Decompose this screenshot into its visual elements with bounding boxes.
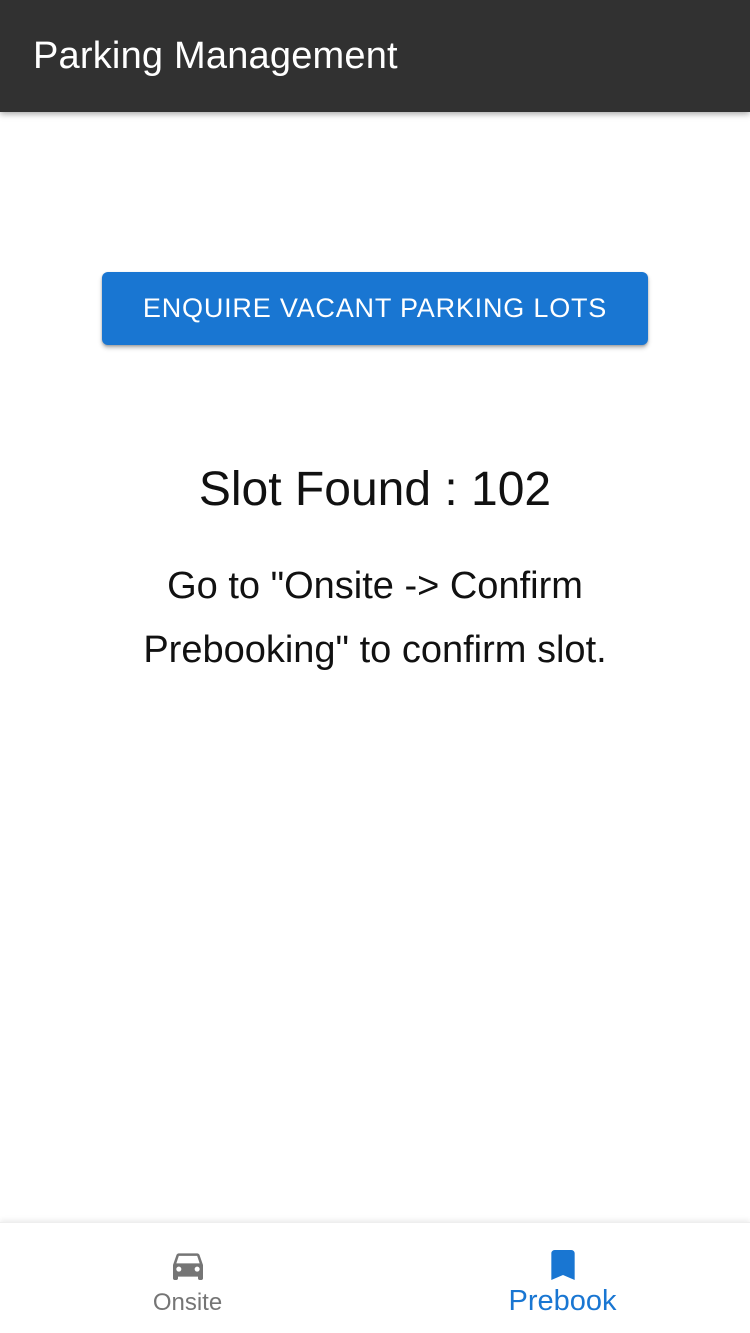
slot-found-text: Slot Found : 102: [198, 463, 552, 516]
app-bar: Parking Management: [0, 0, 750, 112]
app-root: Parking Management Enquire vacant parkin…: [0, 0, 750, 1333]
instruction-text: Go to "Onsite -> Confirm Prebooking" to …: [143, 565, 607, 671]
bookmark-icon: [550, 1250, 575, 1280]
nav-label-prebook: Prebook: [508, 1285, 617, 1317]
nav-item-prebook[interactable]: Prebook: [375, 1223, 750, 1333]
bottom-navigation: Onsite Prebook: [0, 1222, 750, 1333]
nav-label-onsite: Onsite: [152, 1289, 223, 1316]
page-title: Parking Management: [33, 35, 398, 77]
car-icon: [172, 1253, 203, 1280]
enquire-vacant-lots-button[interactable]: Enquire vacant parking lots: [102, 272, 648, 345]
nav-item-onsite[interactable]: Onsite: [0, 1223, 375, 1333]
